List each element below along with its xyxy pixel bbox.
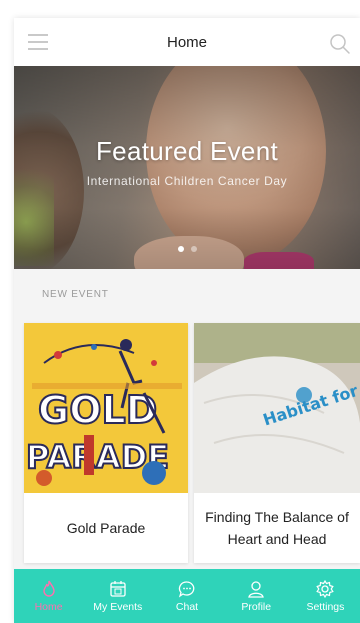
nav-home[interactable]: Home — [14, 569, 83, 623]
event-title: Gold Parade — [66, 520, 146, 536]
hamburger-menu-icon[interactable] — [28, 34, 48, 50]
event-card-gold-parade[interactable]: GOLD PARADE Gold Parade — [24, 323, 188, 563]
flame-icon — [42, 580, 55, 597]
carousel-dot-1[interactable] — [177, 246, 184, 252]
calendar-icon — [110, 581, 126, 597]
new-event-section-label: NEW EVENT — [14, 269, 360, 319]
nav-label: Home — [34, 601, 63, 613]
event-list: GOLD PARADE Gold Parade Finding The Bala… — [24, 323, 360, 563]
featured-event-subtitle: International Children Cancer Day — [86, 174, 288, 188]
gear-icon — [316, 579, 335, 599]
nav-label: Chat — [175, 601, 199, 613]
bottom-navigation: Home My Events Chat Profile Settings — [14, 569, 360, 623]
carousel-dot-2[interactable] — [190, 246, 197, 252]
person-icon — [248, 581, 264, 598]
nav-chat[interactable]: Chat — [152, 569, 221, 623]
search-icon[interactable] — [328, 32, 352, 56]
featured-event-title: Featured Event — [96, 136, 278, 166]
poster-text-gold: GOLD — [38, 388, 157, 432]
nav-profile[interactable]: Profile — [222, 569, 291, 623]
event-title: Finding The Balance of Heart and Head — [205, 509, 349, 547]
nav-label: My Events — [93, 601, 143, 613]
hero-overlay — [14, 66, 360, 269]
nav-label: Profile — [241, 601, 272, 613]
habitat-glove-photo: Habitat for Humanity Indonesia — [194, 323, 360, 493]
app-screen: Home Featured Event International Childr… — [14, 18, 360, 623]
featured-event-banner[interactable]: Featured Event International Children Ca… — [14, 66, 360, 269]
nav-settings[interactable]: Settings — [291, 569, 360, 623]
event-card-finding-balance[interactable]: Habitat for Humanity Indonesia Finding T… — [194, 323, 360, 563]
top-bar: Home — [14, 18, 360, 66]
gold-parade-poster: GOLD PARADE — [24, 323, 188, 493]
nav-my-events[interactable]: My Events — [83, 569, 152, 623]
nav-label: Settings — [306, 601, 345, 613]
carousel-pagination — [14, 246, 360, 252]
page-title: Home — [166, 33, 207, 51]
chat-bubble-icon — [178, 581, 195, 598]
